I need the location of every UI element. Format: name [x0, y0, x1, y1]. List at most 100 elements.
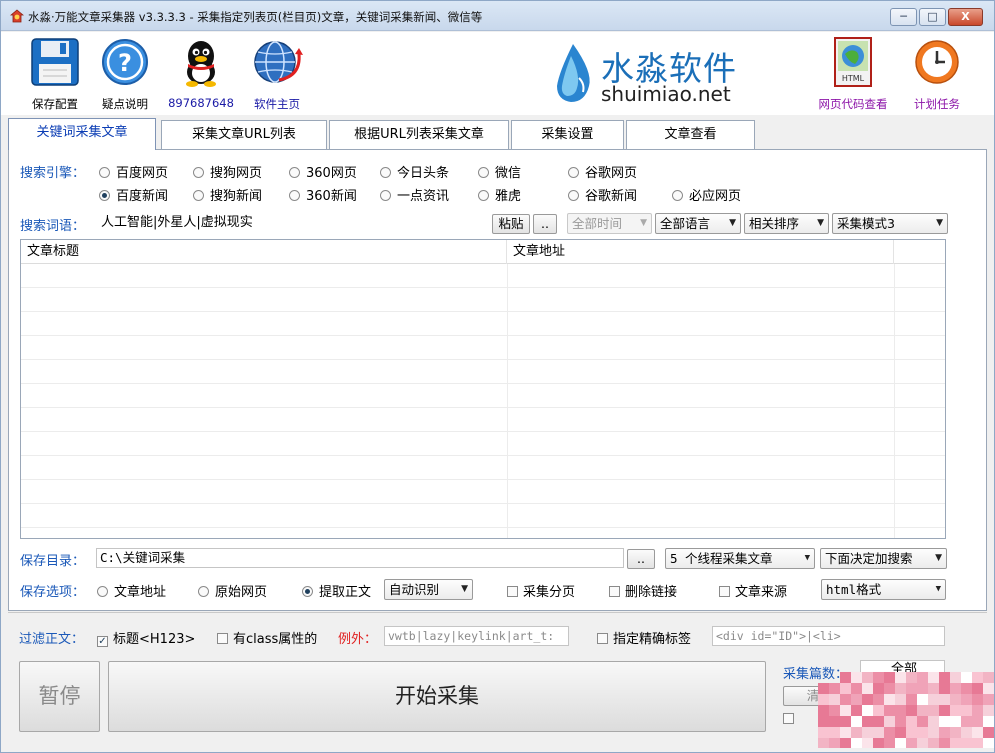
chevron-down-icon: ▼ [935, 584, 941, 594]
mosaic-block [851, 705, 862, 716]
check-remove-links[interactable]: 删除链接 [609, 581, 677, 600]
section-divider [8, 612, 987, 613]
radio-yahoo[interactable]: 雅虎 [478, 185, 521, 204]
mosaic-block [906, 683, 917, 694]
mosaic-block [840, 727, 851, 738]
table-row [21, 360, 945, 384]
view-source-button[interactable]: HTML 网页代码查看 [819, 36, 888, 112]
question-mark-icon: ? [102, 39, 148, 85]
exception-input[interactable]: vwtb|lazy|keylink|art_t: [384, 626, 569, 646]
save-dir-input[interactable]: C:\关键词采集 [96, 548, 624, 568]
table-row [21, 480, 945, 504]
html-file-icon: HTML [834, 37, 872, 87]
threads-select[interactable]: 5 个线程采集文章 ▼ [665, 548, 815, 569]
checkbox [783, 713, 794, 724]
maximize-button[interactable]: □ [919, 8, 946, 26]
check-title-tag[interactable]: ✓ 标题<H123> [97, 628, 195, 647]
radio-extract-body[interactable]: 提取正文 [302, 581, 371, 600]
radio-sogou-news[interactable]: 搜狗新闻 [193, 185, 262, 204]
mosaic-block [862, 727, 873, 738]
check-class-attr[interactable]: 有class属性的 [217, 628, 317, 647]
mosaic-block [961, 694, 972, 705]
radio-baidu-news[interactable]: 百度新闻 [99, 185, 168, 204]
format-select[interactable]: html格式 ▼ [821, 579, 946, 600]
radio-baidu-web[interactable]: 百度网页 [99, 162, 168, 181]
precise-tag-input[interactable]: <div id="ID">|<li> [712, 626, 945, 646]
mosaic-block [862, 683, 873, 694]
mosaic-block [884, 738, 895, 748]
check-precise-tag[interactable]: 指定精确标签 [597, 628, 691, 647]
homepage-label: 软件主页 [254, 97, 300, 111]
close-button[interactable]: X [948, 8, 983, 26]
radio-article-url[interactable]: 文章地址 [97, 581, 166, 600]
search-engine-label: 搜索引擎： [20, 166, 86, 181]
article-table[interactable]: 文章标题 文章地址 [20, 239, 946, 539]
save-options-label: 保存选项： [20, 585, 86, 600]
mosaic-block [961, 683, 972, 694]
search-terms-input[interactable]: 人工智能|外星人|虚拟现实 [98, 213, 490, 233]
radio-circle [380, 167, 391, 178]
radio-bing-web[interactable]: 必应网页 [672, 185, 741, 204]
check-paging[interactable]: 采集分页 [507, 581, 575, 600]
mode-select[interactable]: 采集模式3 ▼ [832, 213, 948, 234]
help-button[interactable]: ? 疑点说明 [99, 36, 151, 112]
save-config-button[interactable]: 保存配置 [29, 36, 81, 112]
table-row [21, 384, 945, 408]
mosaic-block [928, 672, 939, 683]
browse-button[interactable]: .. [627, 549, 655, 569]
qq-penguin-icon [186, 41, 216, 87]
radio-360-web[interactable]: 360网页 [289, 162, 357, 181]
mosaic-block [983, 727, 994, 738]
language-select[interactable]: 全部语言 ▼ [655, 213, 741, 234]
checkbox [597, 633, 608, 644]
radio-google-web[interactable]: 谷歌网页 [568, 162, 637, 181]
tab-collect-by-url[interactable]: 根据URL列表采集文章 [329, 120, 509, 150]
mosaic-block [895, 727, 906, 738]
column-header-url[interactable]: 文章地址 [507, 240, 894, 264]
table-row [21, 312, 945, 336]
qq-button[interactable]: 897687648 [168, 36, 234, 112]
mosaic-block [950, 683, 961, 694]
radio-google-news[interactable]: 谷歌新闻 [568, 185, 637, 204]
extract-mode-select[interactable]: 自动识别 ▼ [384, 579, 473, 600]
mosaic-block [895, 694, 906, 705]
mosaic-block [917, 672, 928, 683]
table-row [21, 456, 945, 480]
radio-circle [289, 167, 300, 178]
paste-button[interactable]: 粘贴 [492, 214, 530, 234]
tab-settings[interactable]: 采集设置 [511, 120, 624, 150]
tab-keyword-collect[interactable]: 关键词采集文章 [8, 118, 156, 150]
tab-article-view[interactable]: 文章查看 [626, 120, 755, 150]
mosaic-block [873, 705, 884, 716]
mosaic-block [840, 705, 851, 716]
column-header-title[interactable]: 文章标题 [21, 240, 507, 264]
homepage-button[interactable]: 软件主页 [249, 36, 305, 112]
tab-url-list[interactable]: 采集文章URL列表 [161, 120, 327, 150]
radio-yidian[interactable]: 一点资讯 [380, 185, 449, 204]
pause-button[interactable]: 暂停 [19, 661, 100, 732]
radio-sogou-web[interactable]: 搜狗网页 [193, 162, 262, 181]
mosaic-block [862, 716, 873, 727]
radio-360-news[interactable]: 360新闻 [289, 185, 357, 204]
start-collect-button[interactable]: 开始采集 [108, 661, 766, 732]
decide-search-select[interactable]: 下面决定加搜索 ▼ [820, 548, 947, 569]
mosaic-block [939, 738, 950, 748]
mosaic-block [972, 694, 983, 705]
radio-original-page[interactable]: 原始网页 [198, 581, 267, 600]
radio-toutiao[interactable]: 今日头条 [380, 162, 449, 181]
mosaic-block [961, 705, 972, 716]
mosaic-block [906, 716, 917, 727]
check-bottom-option[interactable] [783, 712, 799, 727]
mosaic-block [818, 683, 829, 694]
radio-weixin[interactable]: 微信 [478, 162, 521, 181]
schedule-button[interactable]: 计划任务 [913, 36, 961, 112]
mosaic-block [818, 727, 829, 738]
mosaic-block [928, 705, 939, 716]
check-source[interactable]: 文章来源 [719, 581, 787, 600]
radio-circle [193, 190, 204, 201]
time-select[interactable]: 全部时间 ▼ [567, 213, 652, 234]
sort-select[interactable]: 相关排序 ▼ [744, 213, 829, 234]
minimize-button[interactable]: ─ [890, 8, 917, 26]
mosaic-block [840, 716, 851, 727]
more-button[interactable]: .. [533, 214, 557, 234]
